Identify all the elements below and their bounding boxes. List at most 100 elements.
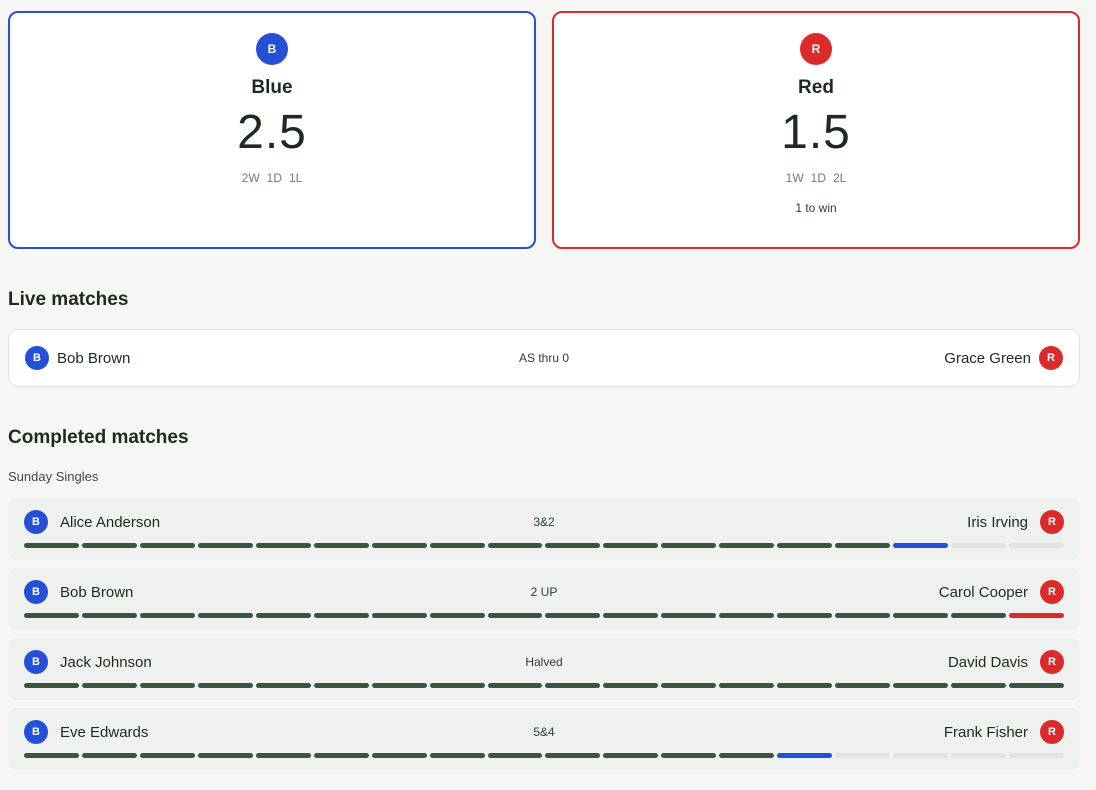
hole-segment [661, 753, 717, 758]
blue-player-name: Jack Johnson [60, 653, 152, 671]
completed-match-card[interactable]: B Jack Johnson Halved David Davis R [8, 638, 1080, 700]
blue-team-badge: B [24, 650, 48, 674]
hole-segment [603, 543, 659, 548]
draws-count: 1D [266, 171, 282, 185]
red-player-name: David Davis [947, 653, 1028, 671]
hole-segment [197, 753, 253, 758]
hole-segment [545, 613, 601, 618]
blue-player-name: Alice Anderson [60, 513, 161, 531]
completed-match-card[interactable]: B Alice Anderson 3&2 Iris Irving R [8, 498, 1080, 560]
hole-segment [545, 683, 601, 688]
hole-progress [24, 543, 1064, 548]
hole-segment [429, 543, 485, 548]
hole-segment [139, 753, 195, 758]
red-player-name: Grace Green [944, 349, 1031, 367]
hole-segment [81, 543, 137, 548]
hole-segment [835, 683, 891, 688]
hole-segment [545, 543, 601, 548]
hole-segment [81, 613, 137, 618]
hole-progress [24, 613, 1064, 618]
hole-segment [661, 683, 717, 688]
blue-team-badge: B [25, 346, 49, 370]
hole-segment [255, 683, 311, 688]
hole-segment [835, 753, 891, 758]
match-result: 2 UP [530, 585, 558, 599]
match-status: AS thru 0 [518, 351, 570, 365]
hole-segment [835, 613, 891, 618]
hole-segment [835, 543, 891, 548]
blue-team-badge: B [24, 510, 48, 534]
hole-segment [951, 753, 1006, 758]
hole-segment [429, 683, 485, 688]
hole-segment [719, 683, 775, 688]
red-player-name: Frank Fisher [943, 723, 1028, 741]
hole-segment [429, 613, 485, 618]
hole-segment [313, 613, 369, 618]
hole-segment [371, 613, 427, 618]
blue-team-badge: B [24, 720, 48, 744]
team-card-red: R Red 1.5 1W 1D 2L 1 to win [552, 11, 1080, 249]
hole-segment [313, 543, 369, 548]
round-label: Sunday Singles [8, 469, 99, 484]
hole-segment [24, 543, 79, 548]
hole-segment [661, 543, 717, 548]
hole-progress [24, 753, 1064, 758]
completed-match-card[interactable]: B Bob Brown 2 UP Carol Cooper R [8, 568, 1080, 630]
blue-player-name: Bob Brown [60, 583, 134, 601]
team-name-blue: Blue [251, 77, 293, 98]
completed-match-card[interactable]: B Eve Edwards 5&4 Frank Fisher R [8, 708, 1080, 770]
hole-segment [777, 683, 833, 688]
team-score-blue: 2.5 [237, 106, 307, 159]
hole-segment [951, 613, 1006, 618]
blue-player-name: Bob Brown [57, 349, 131, 367]
hole-segment [545, 753, 601, 758]
hole-segment [139, 543, 195, 548]
hole-segment [313, 683, 369, 688]
hole-segment [313, 753, 369, 758]
hole-progress [24, 683, 1064, 688]
hole-segment [487, 613, 543, 618]
hole-segment [24, 613, 79, 618]
team-badge-red: R [800, 33, 832, 65]
hole-segment [777, 613, 833, 618]
hole-segment [719, 543, 775, 548]
live-match-card[interactable]: B Bob Brown AS thru 0 Grace Green R [8, 329, 1080, 387]
hole-segment [777, 543, 833, 548]
hole-segment [197, 613, 253, 618]
hole-segment [371, 683, 427, 688]
red-team-badge: R [1040, 720, 1064, 744]
hole-segment [661, 613, 717, 618]
hole-segment [603, 613, 659, 618]
hole-segment [1008, 753, 1064, 758]
team-record-red: 1W 1D 2L [786, 171, 847, 185]
points-to-win: 1 to win [795, 201, 837, 215]
hole-segment [24, 683, 79, 688]
hole-segment [139, 613, 195, 618]
team-badge-blue: B [256, 33, 288, 65]
red-player-name: Carol Cooper [938, 583, 1028, 601]
hole-segment [81, 683, 137, 688]
hole-segment [371, 543, 427, 548]
losses-count: 2L [832, 171, 847, 185]
draws-count: 1D [810, 171, 826, 185]
hole-segment [777, 753, 833, 758]
team-name-red: Red [798, 77, 834, 98]
red-team-badge: R [1040, 650, 1064, 674]
red-team-badge: R [1039, 346, 1063, 370]
live-matches-heading: Live matches [8, 289, 129, 310]
hole-segment [255, 613, 311, 618]
hole-segment [893, 613, 948, 618]
hole-segment [1008, 543, 1064, 548]
team-card-blue: B Blue 2.5 2W 1D 1L [8, 11, 536, 249]
hole-segment [603, 683, 659, 688]
hole-segment [719, 613, 775, 618]
losses-count: 1L [288, 171, 303, 185]
hole-segment [1008, 613, 1064, 618]
blue-player-name: Eve Edwards [60, 723, 149, 741]
hole-segment [24, 753, 79, 758]
red-player-name: Iris Irving [967, 513, 1028, 531]
hole-segment [255, 543, 311, 548]
hole-segment [719, 753, 775, 758]
team-score-red: 1.5 [781, 106, 851, 159]
hole-segment [371, 753, 427, 758]
